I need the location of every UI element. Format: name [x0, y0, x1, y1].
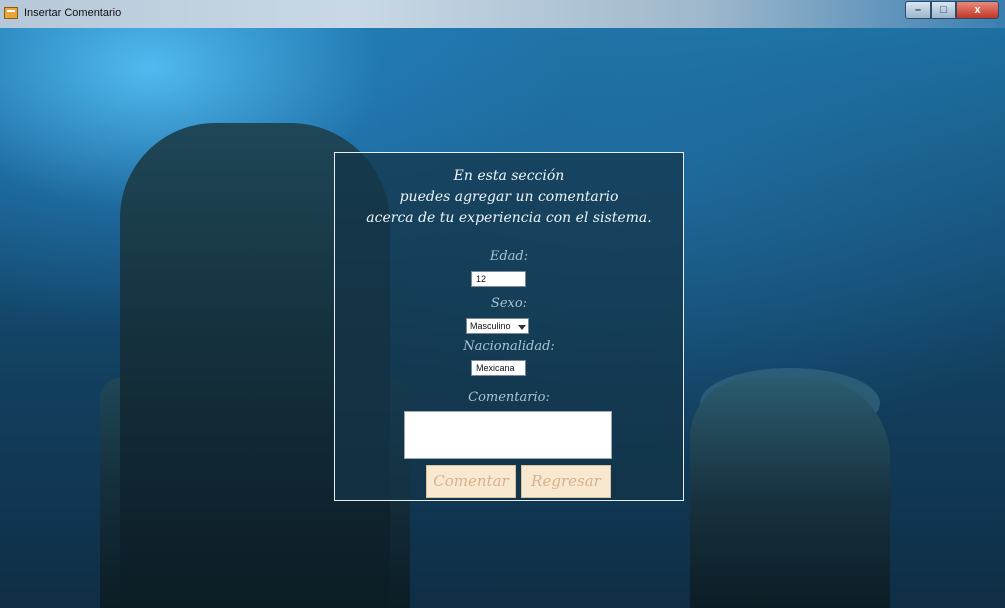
app-icon: [4, 7, 18, 19]
nacionalidad-label: Nacionalidad:: [463, 339, 555, 354]
close-button[interactable]: x: [956, 1, 999, 19]
edad-label: Edad:: [489, 249, 529, 264]
sexo-selected-value: Masculino: [470, 321, 511, 331]
comentar-button[interactable]: Comentar: [426, 465, 516, 498]
window-title-bar[interactable]: Insertar Comentario – □ x: [0, 0, 1005, 29]
comment-form-panel: En esta sección puedes agregar un coment…: [334, 152, 684, 501]
intro-line-2: puedes agregar un comentario: [399, 189, 619, 205]
window-controls: – □ x: [905, 1, 999, 19]
comentario-label: Comentario:: [468, 390, 550, 405]
intro-line-3: acerca de tu experiencia con el sistema.: [366, 210, 652, 226]
intro-text: En esta sección puedes agregar un coment…: [335, 166, 683, 229]
minimize-button[interactable]: –: [905, 1, 931, 19]
statue-right: [690, 378, 890, 608]
sexo-select[interactable]: Masculino: [466, 318, 529, 334]
nacionalidad-input[interactable]: Mexicana: [471, 360, 526, 376]
window-title: Insertar Comentario: [24, 7, 122, 19]
maximize-button[interactable]: □: [931, 1, 956, 19]
regresar-button[interactable]: Regresar: [521, 465, 611, 498]
comentario-textarea[interactable]: [404, 411, 612, 459]
edad-input[interactable]: 12: [471, 271, 526, 287]
background-area: En esta sección puedes agregar un coment…: [0, 28, 1005, 608]
chevron-down-icon: [518, 325, 526, 330]
sexo-label: Sexo:: [490, 296, 528, 311]
intro-line-1: En esta sección: [453, 168, 565, 184]
